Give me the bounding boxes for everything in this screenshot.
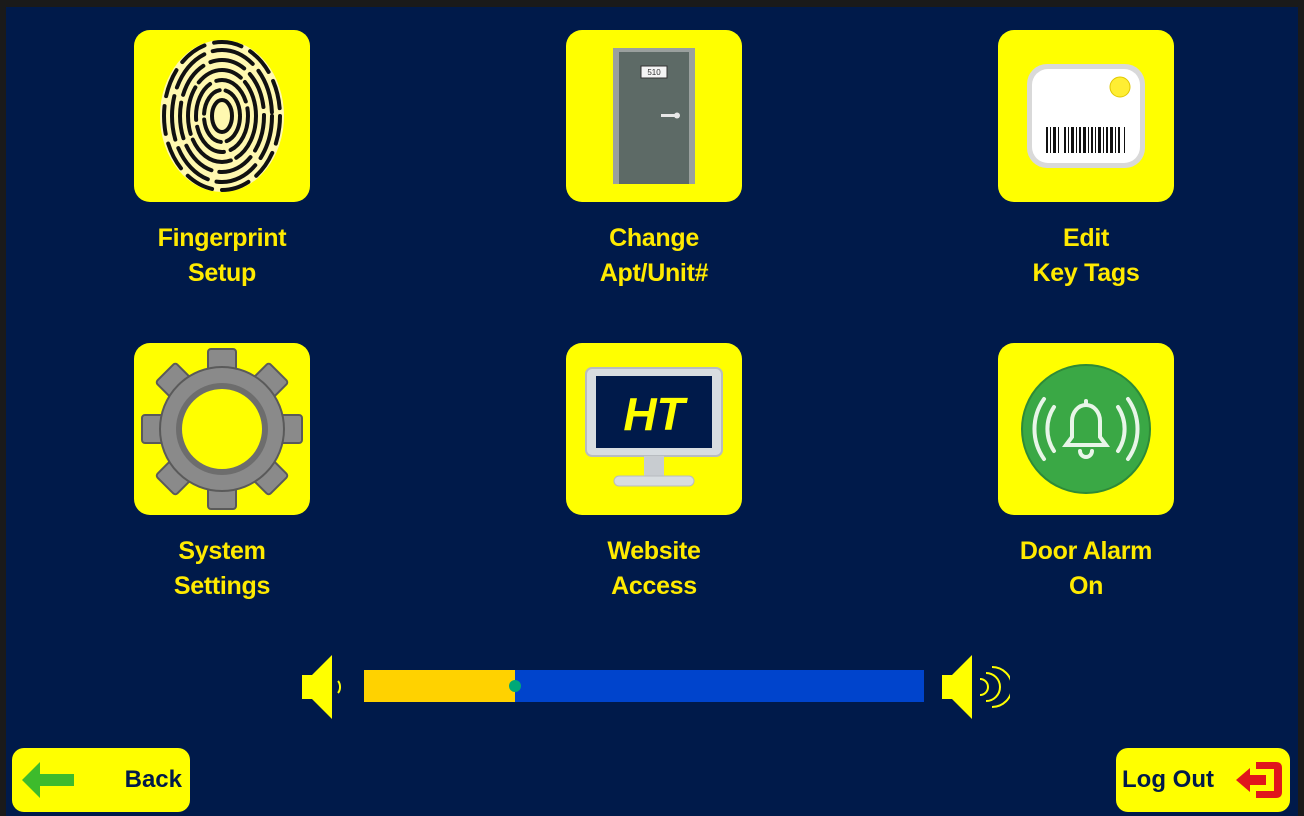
- bell-icon: [1021, 364, 1151, 494]
- volume-slider-thumb[interactable]: [509, 680, 522, 692]
- back-button[interactable]: Back: [12, 748, 190, 812]
- key-tag-icon: [1027, 64, 1145, 168]
- back-arrow-icon: [22, 762, 74, 798]
- volume-slider[interactable]: [364, 670, 924, 702]
- fingerprint-setup-label: Fingerprint Setup: [157, 224, 287, 287]
- settings-screen: Fingerprint Setup 510 Change Apt/Unit# E…: [6, 7, 1298, 816]
- edit-key-tags-label: Edit Key Tags: [1032, 224, 1140, 287]
- log-out-label: Log Out: [1122, 766, 1214, 793]
- door-number: 510: [647, 68, 661, 77]
- fingerprint-setup-button[interactable]: [134, 30, 310, 202]
- door-icon: 510: [613, 48, 695, 184]
- speaker-high-icon[interactable]: [940, 651, 1010, 723]
- change-apt-unit-button[interactable]: 510: [566, 30, 742, 202]
- logout-icon: [1236, 762, 1282, 798]
- fingerprint-icon: [160, 40, 284, 192]
- door-alarm-button[interactable]: [998, 343, 1174, 515]
- back-label: Back: [124, 766, 182, 793]
- system-settings-button[interactable]: [134, 343, 310, 515]
- speaker-low-icon[interactable]: [300, 651, 348, 723]
- door-alarm-label: Door Alarm On: [1019, 537, 1153, 600]
- monitor-icon: HT: [585, 367, 723, 487]
- log-out-button[interactable]: Log Out: [1116, 748, 1290, 812]
- website-access-label: Website Access: [607, 537, 701, 600]
- system-settings-label: System Settings: [173, 537, 271, 600]
- volume-slider-fill: [364, 670, 516, 702]
- edit-key-tags-button[interactable]: [998, 30, 1174, 202]
- gear-icon: [141, 348, 303, 510]
- monitor-text: HT: [623, 388, 688, 440]
- change-apt-unit-label: Change Apt/Unit#: [599, 224, 709, 287]
- website-access-button[interactable]: HT: [566, 343, 742, 515]
